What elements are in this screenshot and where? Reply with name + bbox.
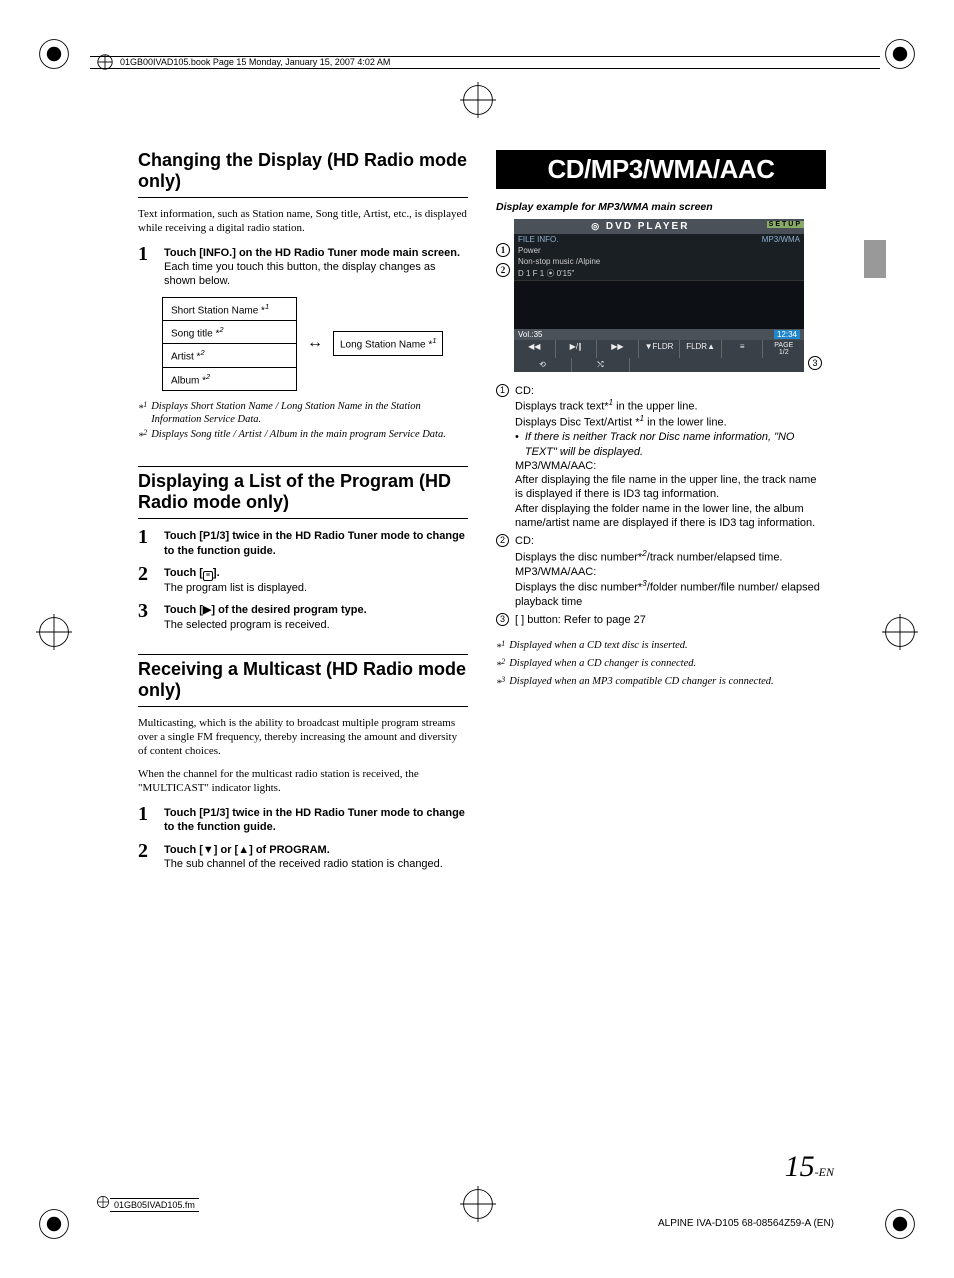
section-2-title: Displaying a List of the Program (HD Rad… [138,471,468,512]
r-footnote-1: *1Displayed when a CD text disc is inser… [496,639,826,655]
book-header-text: 01GB00IVAD105.book Page 15 Monday, Janua… [120,57,390,67]
callout-2: 2 [496,263,510,277]
display-example-caption: Display example for MP3/WMA main screen [496,201,826,213]
step-number: 2 [138,841,154,872]
r-footnote-2: *2Displayed when a CD changer is connect… [496,657,826,673]
display-sequence: Short Station Name *1 Song title *2 Arti… [162,297,468,390]
d2-cd-label: CD: [515,534,826,548]
page-indicator: PAGE1/2 [763,340,804,358]
d2-mp3-label: MP3/WMA/AAC: [515,565,826,579]
folder-down-button[interactable]: ▼FLDR [639,340,681,358]
scr-disc-icon: ◎ [591,221,601,231]
callout-3: 3 [808,356,822,370]
desc-num-3: 3 [496,613,509,626]
page-number: 15-EN [785,1150,834,1184]
footer-filename: 01GB05IVAD105.fm [110,1198,199,1212]
callout-1: 1 [496,243,510,257]
sec2-step2: Touch [≡]. [164,566,468,581]
step-1-instruction: Touch [INFO.] on the HD Radio Tuner mode… [164,246,468,260]
info-key: [INFO.] [199,247,236,259]
step-number: 1 [138,804,154,835]
folder-up-button[interactable]: FLDR▲ [680,340,722,358]
right-column: CD/MP3/WMA/AAC Display example for MP3/W… [496,150,826,879]
sec2-step1: Touch [P1/3] twice in the HD Radio Tuner… [164,529,468,558]
sec2-step3: Touch [▶] of the desired program type. [164,603,468,617]
shuffle-button[interactable]: ⤭ [572,358,630,372]
sec2-step2-result: The program list is displayed. [164,581,468,595]
side-tab [864,240,886,278]
step-1-result: Each time you touch this button, the dis… [164,260,468,289]
footnote-2: *2Displays Song title / Artist / Album i… [138,428,468,444]
two-way-arrow-icon: ↔ [307,334,323,352]
d1-mp3-label: MP3/WMA/AAC: [515,459,826,473]
display-screenshot: 1 2 3 ◎ DVD PLAYER SETUP FILE INFO.MP3/W… [514,219,804,372]
footer-model: ALPINE IVA-D105 68-08564Z59-A (EN) [658,1218,834,1229]
section-3-title: Receiving a Multicast (HD Radio mode onl… [138,659,468,700]
r-footnote-3: *3Displayed when an MP3 compatible CD ch… [496,675,826,691]
step-number: 1 [138,527,154,558]
repeat-button[interactable]: ⟲ [514,358,572,372]
sec3-step2: Touch [▼] or [▲] of PROGRAM. [164,843,468,857]
p13-key: [P1/3] [199,807,229,819]
d3-text: [ ] button: Refer to page 27 [515,613,646,627]
section-3-intro-1: Multicasting, which is the ability to br… [138,717,468,758]
d1-cd-label: CD: [515,384,826,398]
left-column: Changing the Display (HD Radio mode only… [138,150,468,879]
chapter-banner: CD/MP3/WMA/AAC [496,150,826,189]
section-1-intro: Text information, such as Station name, … [138,208,468,236]
prev-button[interactable]: ◀◀ [514,340,556,358]
list-button[interactable]: ≡ [722,340,764,358]
sec3-step1: Touch [P1/3] twice in the HD Radio Tuner… [164,806,468,835]
book-header: 01GB00IVAD105.book Page 15 Monday, Janua… [90,56,880,69]
step-number: 3 [138,601,154,632]
next-button[interactable]: ▶▶ [597,340,639,358]
list-icon: ≡ [203,571,213,581]
desc-num-1: 1 [496,384,509,397]
sec2-step3-result: The selected program is received. [164,618,468,632]
footnote-1: *1Displays Short Station Name / Long Sta… [138,400,468,426]
step-number: 2 [138,564,154,595]
sec3-step2-result: The sub channel of the received radio st… [164,857,468,871]
desc-num-2: 2 [496,534,509,547]
section-3-intro-2: When the channel for the multicast radio… [138,768,468,796]
section-1-title: Changing the Display (HD Radio mode only… [138,150,468,191]
play-pause-button[interactable]: ▶/∥ [556,340,598,358]
p13-key: [P1/3] [199,530,229,542]
step-number: 1 [138,244,154,289]
